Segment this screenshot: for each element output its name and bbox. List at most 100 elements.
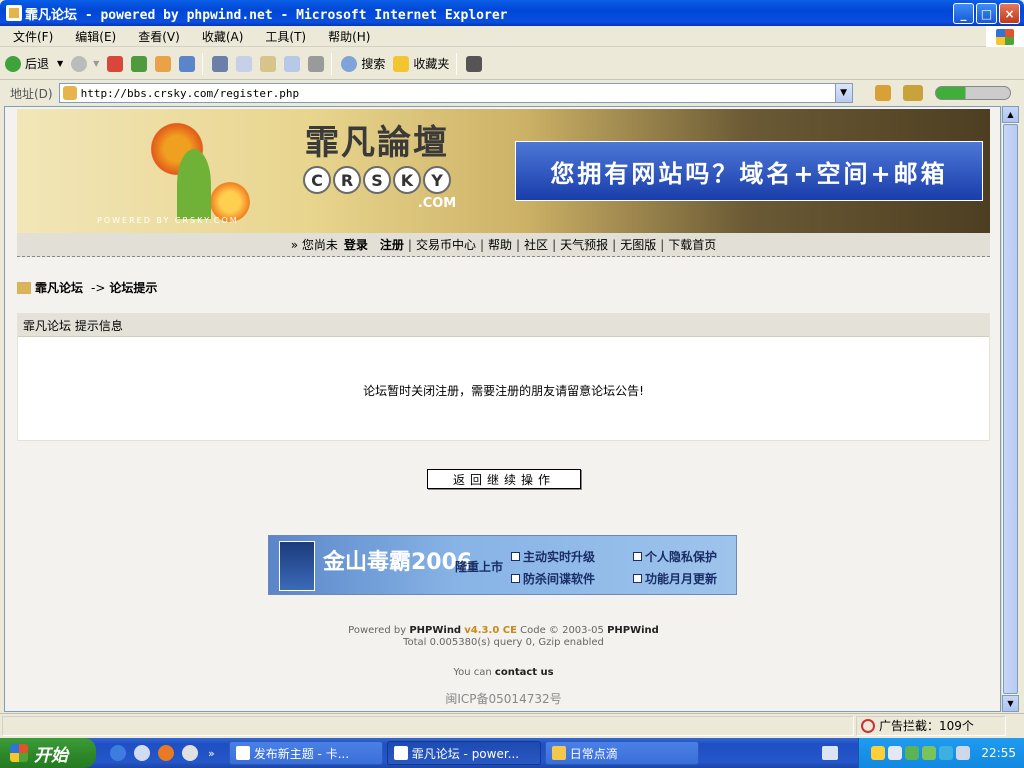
ad-feature: 主动实时升级 xyxy=(511,548,595,565)
home-button[interactable] xyxy=(152,51,174,77)
logo-letter: S xyxy=(363,166,391,194)
address-dropdown-icon[interactable]: ▼ xyxy=(834,84,852,102)
toolbar-plugin-icon[interactable] xyxy=(874,85,891,101)
scroll-thumb[interactable] xyxy=(1003,124,1018,694)
task-folder[interactable]: 日常点滴 xyxy=(544,741,699,765)
logo-com: .COM xyxy=(417,196,457,211)
star-icon xyxy=(393,55,410,72)
home-icon xyxy=(155,55,172,72)
nav-link-coin[interactable]: 交易币中心 xyxy=(413,236,479,253)
cut-button[interactable] xyxy=(209,51,231,77)
refresh-icon xyxy=(131,55,148,72)
popup-blocker-status[interactable]: 广告拦截：109个 xyxy=(856,715,1006,736)
nav-link-help[interactable]: 帮助 xyxy=(485,236,515,253)
breadcrumb: 霏凡论坛 -> 论坛提示 xyxy=(17,279,157,296)
ie-page-icon xyxy=(62,86,77,100)
address-url: http://bbs.crsky.com/register.php xyxy=(80,86,300,100)
menu-help[interactable]: 帮助(H) xyxy=(315,28,379,45)
nav-link-download[interactable]: 下载首页 xyxy=(665,236,719,253)
back-continue-button[interactable]: 返回继续操作 xyxy=(427,469,581,489)
network-icon[interactable] xyxy=(888,746,903,760)
site-banner: 霏凡論壇 C R S K Y .COM POWERED BY CRSKY.COM… xyxy=(17,109,990,233)
forward-dropdown-icon[interactable]: ▼ xyxy=(93,59,99,68)
ie-window: 霏凡论坛 - powered by phpwind.net - Microsof… xyxy=(0,0,1024,738)
minimize-button[interactable]: _ xyxy=(953,3,974,24)
ie-quicklaunch-icon[interactable] xyxy=(110,745,126,761)
ie-page-icon xyxy=(6,5,22,21)
scroll-up-icon[interactable]: ▲ xyxy=(1002,106,1019,123)
history-button[interactable] xyxy=(176,51,198,77)
menu-view[interactable]: 查看(V) xyxy=(125,28,189,45)
firefox-quicklaunch-icon[interactable] xyxy=(158,745,174,761)
paste-button[interactable] xyxy=(257,51,279,77)
chat-quicklaunch-icon[interactable] xyxy=(182,745,198,761)
toolbar-separator xyxy=(456,52,458,75)
lock-icon[interactable] xyxy=(902,85,923,101)
nav-register[interactable]: 注册 xyxy=(377,236,407,253)
breadcrumb-arrow: -> xyxy=(91,280,106,295)
start-button[interactable]: 开始 xyxy=(0,738,96,768)
menu-file[interactable]: 文件(F) xyxy=(0,28,62,45)
task-forum[interactable]: 霏凡论坛 - power... xyxy=(386,741,541,765)
copy-button[interactable] xyxy=(233,51,255,77)
back-button[interactable]: 后退 ▼ xyxy=(2,51,66,77)
forum-nav: » 您尚未 登录 注册 | 交易币中心 | 帮助 | 社区 | 天气预报 | 无… xyxy=(17,233,990,257)
breadcrumb-forum[interactable]: 霏凡论坛 xyxy=(35,279,83,296)
scissors-icon xyxy=(212,55,229,72)
menu-tools[interactable]: 工具(T) xyxy=(252,28,315,45)
folder-icon xyxy=(551,746,566,760)
ad-feature: 功能月月更新 xyxy=(633,570,717,587)
menu-edit[interactable]: 编辑(E) xyxy=(62,28,125,45)
footer-product-link[interactable]: PHPWind xyxy=(409,625,461,636)
antivirus-ad[interactable]: 金山毒霸2006 隆重上市 主动实时升级 个人隐私保护 防杀间谍软件 功能月月更… xyxy=(268,535,737,595)
footer-product-link[interactable]: PHPWind xyxy=(607,625,659,636)
favorites-button[interactable]: 收藏夹 xyxy=(390,51,452,77)
print-button[interactable] xyxy=(305,51,327,77)
back-dropdown-icon[interactable]: ▼ xyxy=(57,59,63,68)
msn-quicklaunch-icon[interactable] xyxy=(134,745,150,761)
clock[interactable]: 22:55 xyxy=(981,746,1016,760)
umbrella-icon[interactable] xyxy=(939,746,954,760)
notice-message: 论坛暂时关闭注册，需要注册的朋友请留意论坛公告! xyxy=(363,384,644,398)
back-arrow-icon xyxy=(5,55,21,72)
forward-button[interactable]: ▼ xyxy=(68,51,102,77)
system-tray: 22:55 xyxy=(858,738,1024,768)
keyboard-icon[interactable] xyxy=(822,746,838,760)
qq-icon[interactable] xyxy=(871,746,886,760)
nav-link-weather[interactable]: 天气预报 xyxy=(557,236,611,253)
status-bar: 广告拦截：109个 xyxy=(0,713,1024,737)
nav-prefix: » 您尚未 xyxy=(290,238,338,252)
title-bar: 霏凡论坛 - powered by phpwind.net - Microsof… xyxy=(0,0,1024,26)
antivirus-tray-icon[interactable] xyxy=(905,746,920,760)
paste-icon xyxy=(260,55,277,72)
task-new-topic[interactable]: 发布新主题 - 卡... xyxy=(228,741,383,765)
speaker-icon[interactable] xyxy=(956,746,971,760)
nav-link-community[interactable]: 社区 xyxy=(521,236,551,253)
maximize-button[interactable]: □ xyxy=(976,3,997,24)
stop-button[interactable] xyxy=(104,51,126,77)
forward-arrow-icon xyxy=(71,55,88,72)
contact-link[interactable]: contact us xyxy=(495,667,554,678)
page-footer: Powered by PHPWind v4.3.0 CE Code © 2003… xyxy=(5,625,1000,705)
address-input[interactable]: http://bbs.crsky.com/register.php ▼ xyxy=(58,83,853,103)
media-button[interactable] xyxy=(463,51,485,77)
shield-icon[interactable] xyxy=(922,746,937,760)
media-icon xyxy=(466,55,483,72)
menu-favorites[interactable]: 收藏(A) xyxy=(189,28,253,45)
footer-powered: Powered by PHPWind v4.3.0 CE Code © 2003… xyxy=(348,625,659,636)
scroll-down-icon[interactable]: ▼ xyxy=(1002,695,1019,712)
search-button[interactable]: 搜索 xyxy=(338,51,388,77)
footer-icp[interactable]: 闽ICP备05014732号 xyxy=(5,693,1000,705)
close-button[interactable]: × xyxy=(999,3,1020,24)
banner-ad[interactable]: 您拥有网站吗？域名+空间+邮箱 xyxy=(515,141,983,201)
quicklaunch-more-icon[interactable]: » xyxy=(208,747,215,760)
copy-icon xyxy=(236,55,253,72)
page-button[interactable] xyxy=(281,51,303,77)
nav-link-textonly[interactable]: 无图版 xyxy=(617,236,659,253)
vertical-scrollbar[interactable]: ▲ ▼ xyxy=(1001,106,1019,712)
refresh-button[interactable] xyxy=(128,51,150,77)
ie-page-icon xyxy=(235,746,250,760)
toolbar-separator xyxy=(331,52,333,75)
windows-logo-icon xyxy=(986,26,1024,47)
nav-login[interactable]: 登录 xyxy=(341,236,371,253)
